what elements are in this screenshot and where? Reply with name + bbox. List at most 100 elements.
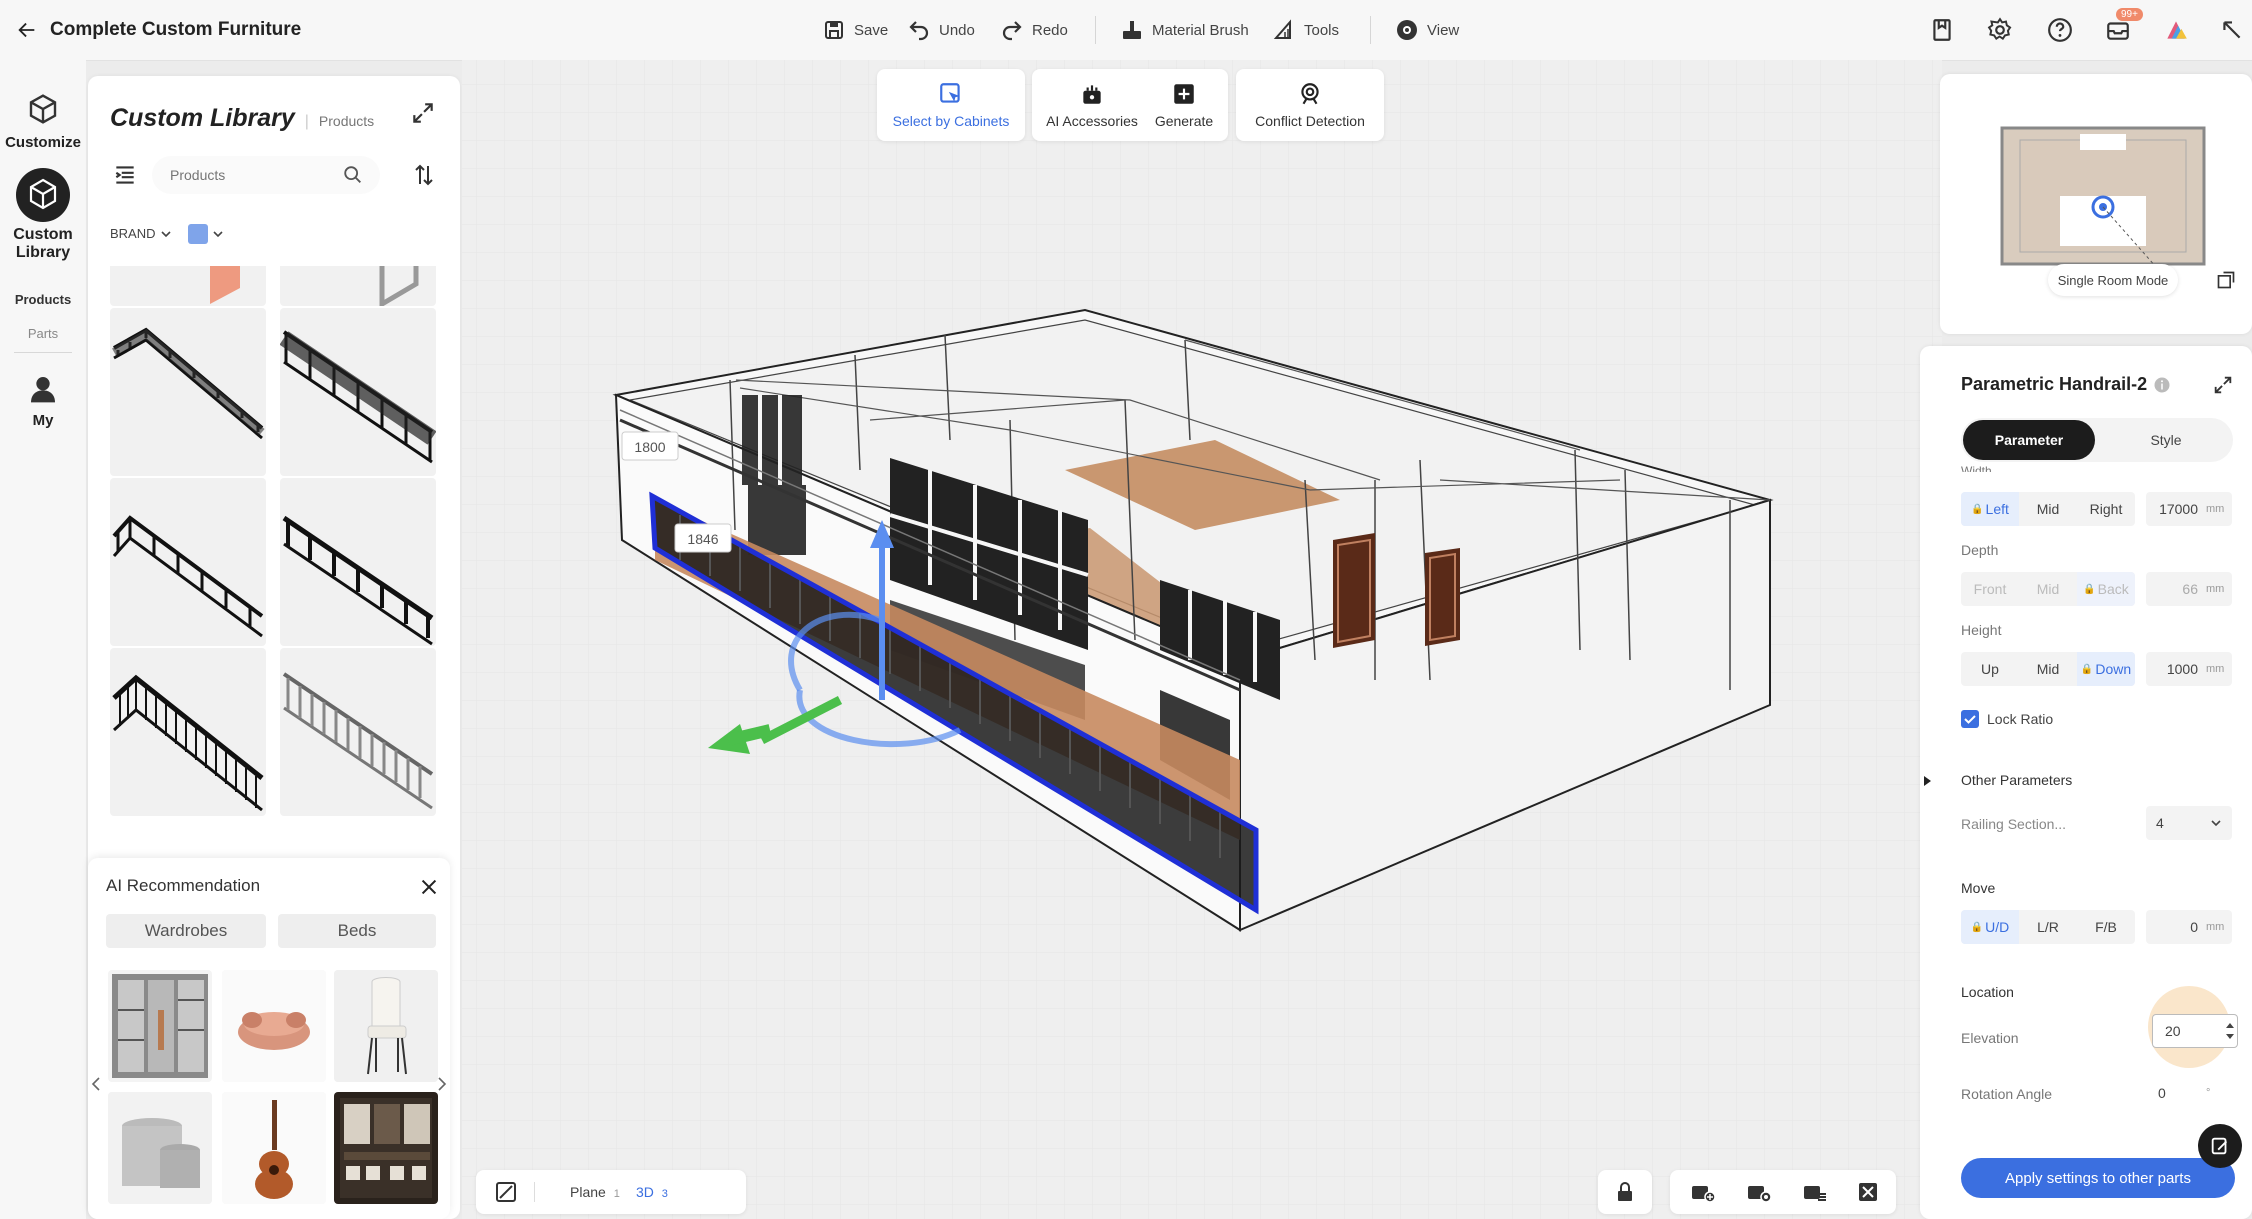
product-card[interactable] — [110, 648, 266, 816]
expand-icon[interactable] — [2212, 374, 2234, 396]
room-plan-preview[interactable] — [2000, 126, 2206, 266]
app-launcher-button[interactable] — [2160, 14, 2192, 46]
height-up-option[interactable]: Up — [1961, 652, 2019, 686]
plane-view-button[interactable]: Plane 1 — [570, 1184, 620, 1200]
collapse-handle[interactable] — [1920, 746, 1934, 816]
3d-view-button[interactable]: 3D 3 — [636, 1184, 668, 1200]
height-down-option[interactable]: 🔒 Down — [2077, 652, 2135, 686]
search-field[interactable] — [152, 156, 380, 194]
ai-item-closet[interactable] — [334, 1092, 438, 1204]
redo-button[interactable]: Redo — [1000, 14, 1068, 46]
ai-item-chair[interactable] — [334, 970, 438, 1082]
stepper-icon[interactable] — [2223, 1019, 2237, 1043]
product-card[interactable] — [280, 648, 436, 816]
move-lr-option[interactable]: L/R — [2019, 910, 2077, 944]
lock-ratio-label: Lock Ratio — [1987, 711, 2054, 727]
width-mid-option[interactable]: Mid — [2019, 492, 2077, 526]
depth-mid-option[interactable]: Mid — [2019, 572, 2077, 606]
rail-custom-library[interactable]: Custom Library — [0, 168, 86, 262]
railing-section-select[interactable]: 4 — [2146, 806, 2232, 840]
ai-accessories-button[interactable]: AI Accessories — [1040, 69, 1144, 141]
depth-value[interactable]: 66 — [2146, 581, 2206, 597]
rotation-value[interactable]: 0 — [2146, 1085, 2206, 1101]
depth-input[interactable]: 66 mm — [2146, 572, 2232, 606]
move-ud-option[interactable]: 🔒 U/D — [1961, 910, 2019, 944]
settings-button[interactable] — [1984, 14, 2016, 46]
tab-parameter[interactable]: Parameter — [1963, 420, 2095, 460]
height-value[interactable]: 1000 — [2146, 661, 2206, 677]
depth-front-option[interactable]: Front — [1961, 572, 2019, 606]
elevation-value[interactable]: 20 — [2165, 1023, 2223, 1039]
back-title[interactable]: Complete Custom Furniture — [16, 14, 301, 46]
detach-icon[interactable] — [2216, 270, 2236, 290]
scene-canvas[interactable]: 1800 1846 — [462, 60, 1942, 1219]
floorplan-icon[interactable] — [494, 1180, 518, 1204]
color-filter[interactable] — [188, 224, 224, 244]
user-icon — [31, 377, 55, 403]
rotation-input[interactable]: 0 ° — [2146, 1076, 2232, 1110]
product-card[interactable] — [110, 308, 266, 476]
depth-back-option[interactable]: 🔒 Back — [2077, 572, 2135, 606]
sort-icon[interactable] — [412, 162, 436, 188]
product-card[interactable] — [280, 266, 436, 306]
select-by-cabinets-button[interactable]: Select by Cabinets — [877, 69, 1025, 141]
menu-list-icon[interactable] — [112, 162, 138, 188]
info-icon[interactable] — [2153, 376, 2171, 394]
single-room-mode-button[interactable]: Single Room Mode — [2048, 264, 2178, 296]
search-input[interactable] — [168, 166, 342, 184]
move-fb-option[interactable]: F/B — [2077, 910, 2135, 944]
width-left-option[interactable]: 🔒 Left — [1961, 492, 2019, 526]
brand-filter[interactable]: BRAND — [110, 226, 172, 241]
lock-ratio-checkbox[interactable]: Lock Ratio — [1961, 710, 2053, 728]
conflict-detection-button[interactable]: Conflict Detection — [1236, 69, 1384, 141]
ai-item-guitar[interactable] — [222, 1092, 326, 1204]
move-value[interactable]: 0 — [2146, 919, 2206, 935]
add-camera-icon[interactable] — [1690, 1180, 1716, 1204]
fit-view-icon[interactable] — [1856, 1180, 1880, 1204]
height-input[interactable]: 1000 mm — [2146, 652, 2232, 686]
undo-button[interactable]: Undo — [907, 14, 975, 46]
width-right-option[interactable]: Right — [2077, 492, 2135, 526]
material-brush-button[interactable]: Material Brush — [1120, 14, 1249, 46]
ai-item-side-table[interactable] — [108, 1092, 212, 1204]
messages-button[interactable]: 99+ — [2102, 8, 2143, 46]
3d-viewport[interactable]: 1800 1846 — [462, 60, 1942, 1219]
feedback-button[interactable] — [2198, 1124, 2242, 1168]
minimap-panel[interactable]: Single Room Mode — [1940, 74, 2252, 334]
width-input[interactable]: 17000 mm — [2146, 492, 2232, 526]
product-card[interactable] — [110, 266, 266, 306]
move-input[interactable]: 0 mm — [2146, 910, 2232, 944]
product-card[interactable] — [280, 478, 436, 646]
product-card[interactable] — [280, 308, 436, 476]
back-arrow-icon[interactable] — [16, 19, 38, 41]
ai-tab-wardrobes[interactable]: Wardrobes — [106, 914, 266, 948]
help-button[interactable] — [2044, 14, 2076, 46]
tab-style[interactable]: Style — [2101, 420, 2231, 460]
close-icon[interactable] — [418, 876, 440, 898]
more-button[interactable] — [2216, 14, 2248, 46]
expand-icon[interactable] — [410, 100, 436, 126]
ai-tab-beds[interactable]: Beds — [278, 914, 436, 948]
generate-button[interactable]: Generate — [1144, 69, 1224, 141]
view-button[interactable]: View — [1395, 14, 1459, 46]
save-button[interactable]: Save — [822, 14, 888, 46]
rail-customize[interactable]: Customize — [0, 92, 86, 151]
bookmark-button[interactable] — [1926, 14, 1958, 46]
ai-item-ottoman[interactable] — [222, 970, 326, 1082]
rail-my[interactable]: My — [0, 372, 86, 429]
lock-icon[interactable] — [1613, 1180, 1637, 1204]
ai-item-wardrobe[interactable] — [108, 970, 212, 1082]
rail-parts[interactable]: Parts — [0, 326, 86, 341]
product-card[interactable] — [110, 478, 266, 646]
camera-settings-icon[interactable] — [1746, 1180, 1772, 1204]
rail-products[interactable]: Products — [0, 292, 86, 307]
chevron-left-icon[interactable] — [90, 1076, 102, 1092]
tools-button[interactable]: Tools — [1272, 14, 1339, 46]
elevation-input[interactable]: 20 — [2152, 1014, 2238, 1048]
width-value[interactable]: 17000 — [2146, 501, 2206, 517]
search-icon[interactable] — [342, 164, 364, 186]
dimension-label-1800: 1800 — [634, 439, 665, 455]
camera-list-icon[interactable] — [1802, 1180, 1828, 1204]
height-mid-option[interactable]: Mid — [2019, 652, 2077, 686]
apply-settings-button[interactable]: Apply settings to other parts — [1961, 1158, 2235, 1198]
